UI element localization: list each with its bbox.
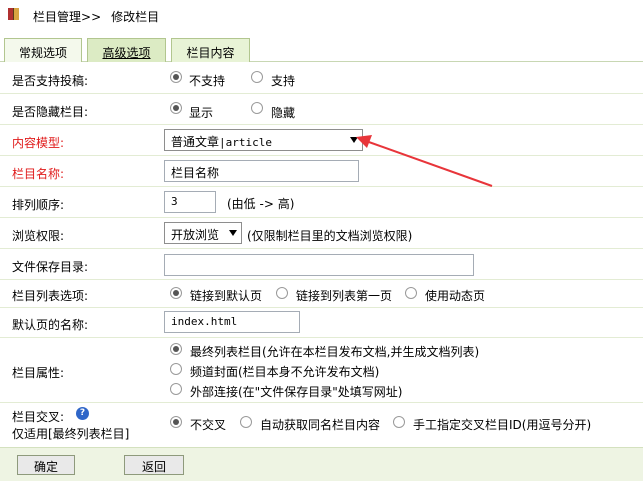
back-button[interactable]: 返回 <box>124 455 184 475</box>
row-default-page: 默认页的名称: index.html <box>0 308 643 338</box>
cross-sublabel: 仅适用[最终列表栏目] <box>12 427 130 441</box>
confirm-button[interactable]: 确定 <box>17 455 75 475</box>
list-option-default: 链接到默认页 <box>190 289 263 303</box>
row-allow-submit: 是否支持投稿: 不支持 支持 <box>0 63 643 94</box>
row-sort-order: 排列顺序: 3 (由低 -> 高) <box>0 187 643 218</box>
content-model-value-cn: 普通文章 <box>171 135 220 149</box>
tab-advanced[interactable]: 高级选项 <box>87 38 166 62</box>
browse-perm-label: 浏览权限: <box>12 229 65 243</box>
hidden-radio-hide[interactable] <box>251 102 263 114</box>
attribute-label: 栏目属性: <box>12 366 65 380</box>
row-column-name: 栏目名称: 栏目名称 <box>0 156 643 187</box>
tab-content-label: 栏目内容 <box>186 46 235 60</box>
content-model-value-en: article <box>225 136 272 149</box>
attribute-radio-final-list[interactable] <box>170 343 182 355</box>
tab-bar: 常规选项 高级选项 栏目内容 <box>0 38 643 62</box>
sort-order-hint: (由低 -> 高) <box>227 197 295 211</box>
browse-perm-value: 开放浏览 <box>171 228 220 242</box>
row-save-dir: 文件保存目录: <box>0 249 643 280</box>
allow-submit-option-no: 不支持 <box>189 74 226 88</box>
default-page-label: 默认页的名称: <box>12 318 89 332</box>
list-option-radio-dynamic[interactable] <box>405 287 417 299</box>
book-icon <box>8 8 19 20</box>
attribute-channel: 频道封面(栏目本身不允许发布文档) <box>190 365 380 379</box>
sort-order-label: 排列顺序: <box>12 198 65 212</box>
content-model-label: 内容模型: <box>12 136 65 150</box>
attribute-radio-external[interactable] <box>170 383 182 395</box>
cross-radio-none[interactable] <box>170 416 182 428</box>
hidden-label: 是否隐藏栏目: <box>12 105 89 119</box>
cross-manual: 手工指定交叉栏目ID(用逗号分开) <box>413 418 592 432</box>
column-name-label: 栏目名称: <box>12 167 65 181</box>
row-cross: 栏目交叉: ? 仅适用[最终列表栏目] 不交叉 自动获取同名栏目内容 手工指定交… <box>0 403 643 447</box>
sort-order-input[interactable]: 3 <box>164 191 216 213</box>
tab-general[interactable]: 常规选项 <box>4 38 82 62</box>
list-option-radio-first[interactable] <box>276 287 288 299</box>
tab-general-label: 常规选项 <box>18 46 67 60</box>
browse-perm-select[interactable]: 开放浏览 <box>164 222 242 244</box>
allow-submit-radio-no[interactable] <box>170 71 182 83</box>
tab-advanced-label: 高级选项 <box>102 46 151 60</box>
hidden-option-show: 显示 <box>189 106 214 120</box>
hidden-radio-show[interactable] <box>170 102 182 114</box>
list-option-first: 链接到列表第一页 <box>296 289 393 303</box>
row-browse-perm: 浏览权限: 开放浏览 (仅限制栏目里的文档浏览权限) <box>0 218 643 249</box>
save-dir-input[interactable] <box>164 254 474 276</box>
content-model-value: 普通文章|article <box>171 135 272 149</box>
cross-radio-manual[interactable] <box>393 416 405 428</box>
tab-content[interactable]: 栏目内容 <box>171 38 250 62</box>
list-option-dynamic: 使用动态页 <box>425 289 486 303</box>
breadcrumb-current: 修改栏目 <box>111 10 160 24</box>
cross-auto: 自动获取同名栏目内容 <box>260 418 381 432</box>
help-icon[interactable]: ? <box>76 407 89 420</box>
allow-submit-radio-yes[interactable] <box>251 71 263 83</box>
attribute-radio-channel[interactable] <box>170 363 182 375</box>
attribute-final-list: 最终列表栏目(允许在本栏目发布文档,并生成文档列表) <box>190 345 480 359</box>
default-page-input[interactable]: index.html <box>164 311 300 333</box>
breadcrumb-root[interactable]: 栏目管理 <box>33 10 81 24</box>
cross-none: 不交叉 <box>190 418 227 432</box>
hidden-option-hide: 隐藏 <box>271 106 296 120</box>
chevron-down-icon <box>229 230 237 236</box>
row-attribute: 栏目属性: 最终列表栏目(允许在本栏目发布文档,并生成文档列表) 频道封面(栏目… <box>0 338 643 403</box>
content-model-value-sep: | <box>219 136 226 149</box>
column-name-input[interactable]: 栏目名称 <box>164 160 359 182</box>
content-model-select[interactable]: 普通文章|article <box>164 129 363 151</box>
list-option-radio-default[interactable] <box>170 287 182 299</box>
breadcrumb: 栏目管理>> 修改栏目 <box>33 8 159 25</box>
page-header: 栏目管理>> 修改栏目 <box>0 0 643 34</box>
save-dir-label: 文件保存目录: <box>12 260 89 274</box>
breadcrumb-separator: >> <box>81 10 102 24</box>
form-footer: 确定 返回 <box>0 447 643 481</box>
cross-label: 栏目交叉: <box>12 410 65 424</box>
chevron-down-icon <box>350 137 358 143</box>
cross-radio-auto[interactable] <box>240 416 252 428</box>
row-list-option: 栏目列表选项: 链接到默认页 链接到列表第一页 使用动态页 <box>0 280 643 308</box>
list-option-label: 栏目列表选项: <box>12 289 89 303</box>
browse-perm-hint: (仅限制栏目里的文档浏览权限) <box>247 229 413 243</box>
row-hidden: 是否隐藏栏目: 显示 隐藏 <box>0 94 643 125</box>
row-content-model: 内容模型: 普通文章|article <box>0 125 643 156</box>
allow-submit-label: 是否支持投稿: <box>12 74 89 88</box>
allow-submit-option-yes: 支持 <box>271 74 296 88</box>
attribute-external: 外部连接(在"文件保存目录"处填写网址) <box>190 385 403 399</box>
